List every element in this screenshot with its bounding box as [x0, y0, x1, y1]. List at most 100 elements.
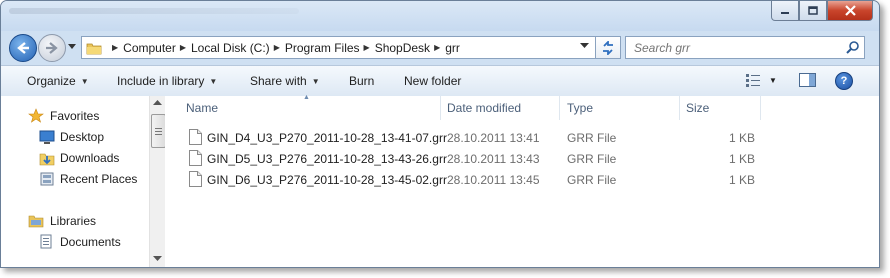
column-header-size[interactable]: Size	[686, 96, 709, 120]
address-dropdown-icon[interactable]	[580, 43, 589, 49]
nav-item-downloads[interactable]: Downloads	[1, 148, 148, 168]
file-type: GRR File	[567, 131, 617, 145]
file-icon	[189, 129, 202, 145]
close-button[interactable]	[827, 1, 873, 21]
navigation-pane: Favorites Desktop Downloads Recent Place…	[1, 96, 148, 267]
chevron-down-icon: ▼	[80, 76, 89, 86]
column-divider[interactable]	[559, 96, 560, 120]
close-icon	[844, 5, 856, 16]
new-folder-button[interactable]: New folder	[404, 74, 461, 88]
nav-label: Favorites	[50, 109, 100, 123]
breadcrumb-label[interactable]: Computer	[123, 41, 176, 55]
refresh-button[interactable]	[595, 36, 621, 59]
breadcrumb-separator-icon[interactable]: ▶	[434, 43, 440, 52]
chevron-down-icon	[68, 44, 76, 49]
file-type: GRR File	[567, 152, 617, 166]
organize-button[interactable]: Organize ▼	[27, 74, 89, 88]
file-icon	[189, 171, 202, 187]
new-folder-label: New folder	[404, 74, 462, 88]
blurred-window-title	[9, 8, 299, 14]
grip-icon	[155, 127, 162, 135]
column-header-label: Name	[186, 101, 219, 115]
breadcrumb-program-files[interactable]: ▶ Program Files	[270, 41, 360, 55]
file-date: 28.10.2011 13:41	[447, 131, 540, 145]
organize-label: Organize	[27, 74, 76, 88]
nav-label: Desktop	[60, 130, 105, 144]
file-size: 1 KB	[729, 152, 756, 166]
search-icon[interactable]	[846, 40, 860, 54]
breadcrumb-separator-icon[interactable]: ▶	[180, 43, 186, 52]
downloads-folder-icon	[39, 153, 55, 166]
nav-item-desktop[interactable]: Desktop	[1, 127, 148, 147]
scroll-down-icon[interactable]	[153, 256, 162, 261]
refresh-icon	[603, 40, 613, 55]
column-header-date-modified[interactable]: Date modified	[447, 96, 521, 120]
back-button[interactable]	[9, 34, 37, 62]
breadcrumb-label[interactable]: Local Disk (C:)	[191, 41, 270, 55]
breadcrumb-separator-icon[interactable]: ▶	[364, 43, 370, 52]
nav-item-libraries[interactable]: Libraries	[1, 211, 148, 231]
chevron-down-icon: ▼	[311, 76, 320, 86]
minimize-icon	[781, 11, 789, 14]
breadcrumb-label[interactable]: Program Files	[285, 41, 360, 55]
include-in-library-button[interactable]: Include in library ▼	[117, 74, 217, 88]
libraries-icon	[28, 215, 44, 228]
breadcrumb-label[interactable]: grr	[445, 41, 460, 55]
burn-label: Burn	[349, 74, 375, 88]
file-date: 28.10.2011 13:43	[447, 152, 540, 166]
nav-item-documents[interactable]: Documents	[1, 232, 148, 252]
breadcrumb-separator-icon[interactable]: ▶	[112, 43, 118, 52]
change-view-icon[interactable]	[745, 73, 761, 87]
breadcrumb-separator-icon[interactable]: ▶	[274, 43, 280, 52]
column-header-name[interactable]: Name	[186, 96, 218, 120]
include-in-library-label: Include in library	[117, 74, 205, 88]
file-row[interactable]: GIN_D4_U3_P270_2011-10-28_13-41-07.grr 2…	[169, 127, 769, 148]
file-name: GIN_D4_U3_P270_2011-10-28_13-41-07.grr	[207, 131, 447, 145]
maximize-button[interactable]	[799, 1, 827, 21]
minimize-button[interactable]	[771, 1, 799, 21]
search-input[interactable]	[632, 39, 836, 56]
address-bar[interactable]: ▶ Computer ▶ Local Disk (C:) ▶ Program F…	[81, 36, 596, 59]
share-with-button[interactable]: Share with ▼	[250, 74, 320, 88]
forward-button[interactable]	[38, 34, 66, 62]
chevron-down-icon: ▼	[209, 76, 218, 86]
preview-pane-icon[interactable]	[799, 73, 817, 88]
nav-item-favorites[interactable]: Favorites	[1, 106, 148, 126]
column-header-type[interactable]: Type	[567, 96, 593, 120]
window-controls	[771, 1, 873, 21]
scroll-up-icon[interactable]	[153, 100, 162, 105]
view-options-dropdown-icon[interactable]: ▼	[769, 76, 777, 85]
folder-icon	[86, 41, 102, 55]
breadcrumb-local-disk[interactable]: ▶ Local Disk (C:)	[176, 41, 270, 55]
breadcrumb-computer[interactable]: ▶ Computer	[108, 41, 176, 55]
file-size: 1 KB	[729, 131, 756, 145]
forward-arrow-icon	[46, 42, 58, 54]
sort-ascending-icon: ▲	[303, 94, 310, 101]
documents-icon	[40, 234, 52, 249]
breadcrumb-shopdesk[interactable]: ▶ ShopDesk	[360, 41, 431, 55]
nav-item-recent-places[interactable]: Recent Places	[1, 169, 148, 189]
file-name: GIN_D6_U3_P276_2011-10-28_13-45-02.grr	[207, 173, 447, 187]
breadcrumb-label[interactable]: ShopDesk	[375, 41, 430, 55]
scrollbar-thumb[interactable]	[151, 114, 166, 148]
help-icon[interactable]: ?	[835, 72, 853, 90]
file-row[interactable]: GIN_D5_U3_P276_2011-10-28_13-43-26.grr 2…	[169, 148, 769, 169]
column-header-label: Date modified	[447, 101, 522, 115]
column-divider[interactable]	[440, 96, 441, 120]
title-bar[interactable]	[1, 1, 879, 31]
explorer-window: ▶ Computer ▶ Local Disk (C:) ▶ Program F…	[0, 0, 880, 268]
file-type: GRR File	[567, 173, 617, 187]
column-header-label: Type	[567, 101, 594, 115]
file-date: 28.10.2011 13:45	[447, 173, 540, 187]
file-row[interactable]: GIN_D6_U3_P276_2011-10-28_13-45-02.grr 2…	[169, 169, 769, 190]
search-box[interactable]	[625, 36, 865, 59]
column-header-label: Size	[686, 101, 710, 115]
column-divider[interactable]	[760, 96, 761, 120]
burn-button[interactable]: Burn	[349, 74, 374, 88]
file-size: 1 KB	[729, 173, 756, 187]
desktop-icon	[39, 130, 55, 144]
recent-pages-dropdown[interactable]	[67, 42, 77, 52]
column-divider[interactable]	[679, 96, 680, 120]
breadcrumb-grr[interactable]: ▶ grr	[430, 41, 460, 55]
navigation-scrollbar[interactable]	[149, 96, 166, 267]
